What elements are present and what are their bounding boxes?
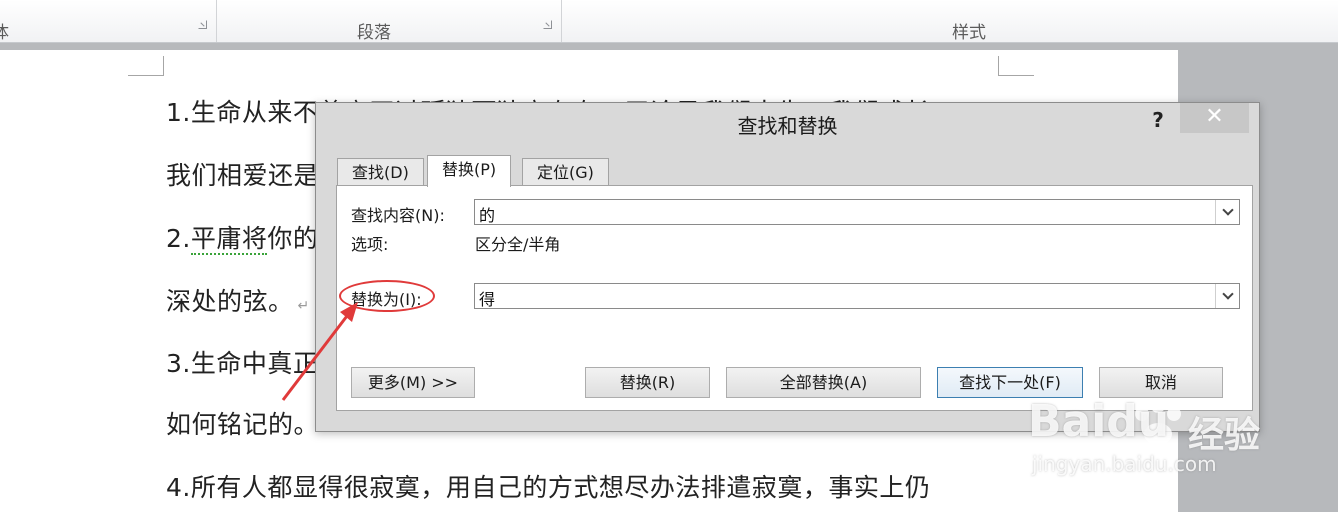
watermark-product: 经验 xyxy=(1188,415,1261,456)
watermark-brand: Baidu xyxy=(1028,396,1170,447)
baidu-watermark: Baidu 经验 jingyan.baidu.com xyxy=(1028,392,1328,482)
watermark-url: jingyan.baidu.com xyxy=(1032,452,1217,476)
tab-replace[interactable]: 替换(P) xyxy=(427,155,512,187)
